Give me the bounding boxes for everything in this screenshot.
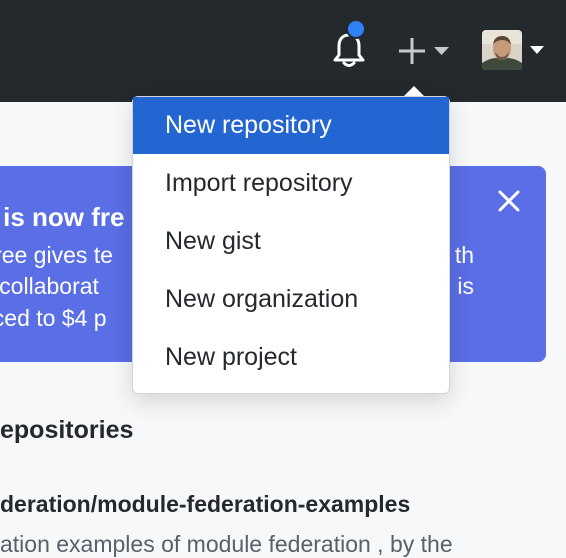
top-navigation-bar <box>0 0 566 102</box>
repository-link[interactable]: deration/module-federation-examples <box>0 491 410 518</box>
banner-text-line: uced to $4 p <box>0 305 107 331</box>
triangle-down-icon <box>434 47 449 55</box>
chevron-down-icon <box>530 46 544 54</box>
plus-icon <box>399 38 425 64</box>
repositories-heading: epositories <box>0 416 134 444</box>
banner-title: o is now fre <box>0 202 125 232</box>
menu-item-new-gist[interactable]: New gist <box>133 213 449 270</box>
banner-text-fragment: th <box>454 242 474 268</box>
unread-notification-dot <box>346 19 366 39</box>
banner-text-fragment: is <box>457 273 474 299</box>
create-new-dropdown: New repository Import repository New gis… <box>132 96 450 394</box>
create-new-button[interactable] <box>393 32 455 70</box>
menu-item-new-project[interactable]: New project <box>133 329 449 386</box>
menu-item-import-repository[interactable]: Import repository <box>133 155 449 212</box>
banner-text-line: d collaborat <box>0 273 99 299</box>
banner-text-line: Free gives te <box>0 242 113 268</box>
menu-item-new-repository[interactable]: New repository <box>133 97 449 154</box>
menu-item-new-organization[interactable]: New organization <box>133 271 449 328</box>
repository-description: ation examples of module federation , by… <box>0 531 453 557</box>
user-menu-button[interactable] <box>482 30 548 72</box>
avatar <box>482 30 522 70</box>
close-icon <box>498 190 520 212</box>
dismiss-banner-button[interactable] <box>496 188 522 214</box>
dropdown-caret <box>404 86 424 96</box>
